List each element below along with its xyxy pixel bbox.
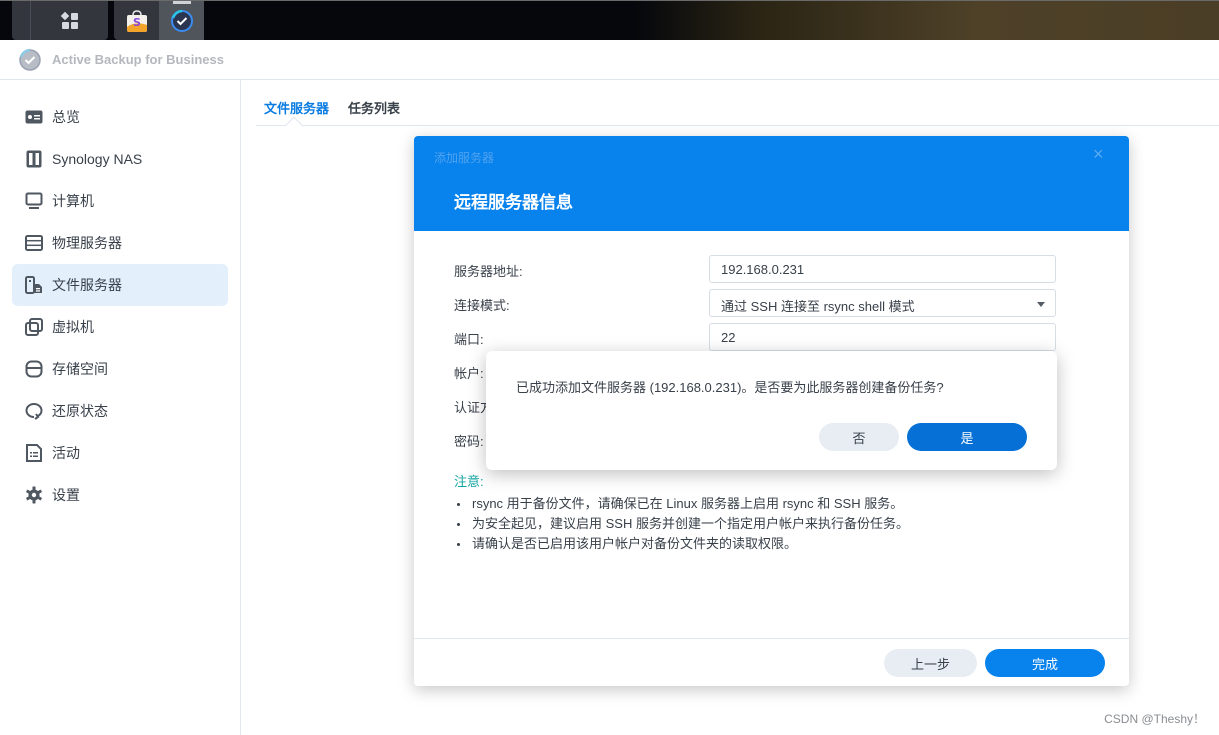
mode-label: 连接模式: [454, 298, 510, 313]
finish-button[interactable]: 完成 [985, 649, 1105, 677]
overview-card-icon [24, 107, 44, 127]
no-button[interactable]: 否 [819, 423, 899, 451]
active-backup-taskbar-button[interactable] [159, 1, 204, 40]
package-center-icon: S [126, 9, 147, 32]
sidebar-item-computer[interactable]: 计算机 [12, 180, 228, 222]
sidebar-item-overview[interactable]: 总览 [12, 96, 228, 138]
form-row-port: 端口: 22 [454, 323, 1056, 351]
taskbar-group-main [12, 1, 108, 40]
apps-grid-icon [60, 11, 78, 29]
sidebar-item-settings[interactable]: 设置 [12, 474, 228, 516]
sidebar-item-activity[interactable]: 活动 [12, 432, 228, 474]
restore-icon [24, 401, 44, 421]
form-row-mode: 连接模式: 通过 SSH 连接至 rsync shell 模式 [454, 289, 1056, 317]
sidebar-item-label: 还原状态 [52, 403, 108, 419]
wizard-step-title: 远程服务器信息 [454, 193, 573, 212]
password-label: 密码: [454, 434, 484, 449]
confirm-message: 已成功添加文件服务器 (192.168.0.231)。是否要为此服务器创建备份任… [516, 380, 944, 395]
sidebar-item-label: 物理服务器 [52, 235, 122, 251]
close-icon[interactable]: × [1093, 145, 1109, 163]
tab-file-server[interactable]: 文件服务器 [264, 98, 329, 117]
address-label: 服务器地址: [454, 264, 523, 279]
active-backup-logo-icon [19, 48, 41, 71]
sidebar-item-synology-nas[interactable]: Synology NAS [12, 138, 228, 180]
package-center-button[interactable]: S [114, 1, 159, 40]
activity-log-icon [24, 443, 44, 463]
note-item: 为安全起见，建议启用 SSH 服务并创建一个指定用户帐户来执行备份任务。 [454, 514, 1094, 534]
svg-text:S: S [133, 16, 141, 29]
taskbar: S [0, 0, 1219, 40]
tab-bar: 文件服务器 任务列表 [256, 80, 1219, 134]
main-menu-button[interactable] [31, 1, 108, 40]
confirm-dialog: 已成功添加文件服务器 (192.168.0.231)。是否要为此服务器创建备份任… [486, 351, 1057, 470]
connection-mode-select[interactable]: 通过 SSH 连接至 rsync shell 模式 [709, 289, 1056, 317]
yes-button[interactable]: 是 [907, 423, 1027, 451]
virtual-machine-icon [24, 317, 44, 337]
sidebar-item-label: 存储空间 [52, 361, 108, 377]
sidebar-item-restore-status[interactable]: 还原状态 [12, 390, 228, 432]
monitor-icon [24, 191, 44, 211]
app-title-bar: Active Backup for Business [0, 40, 1219, 80]
sidebar-item-label: 虚拟机 [52, 319, 94, 335]
active-backup-icon [170, 9, 193, 32]
sidebar-item-label: 计算机 [52, 193, 94, 209]
sidebar-item-physical-server[interactable]: 物理服务器 [12, 222, 228, 264]
taskbar-group-apps: S [114, 1, 204, 40]
storage-icon [24, 359, 44, 379]
note-item: rsync 用于备份文件，请确保已在 Linux 服务器上启用 rsync 和 … [454, 494, 1094, 514]
sidebar-item-file-server[interactable]: 文件服务器 [12, 264, 228, 306]
sidebar-item-label: 设置 [52, 487, 80, 503]
back-button[interactable]: 上一步 [884, 649, 977, 677]
server-address-input[interactable]: 192.168.0.231 [709, 255, 1056, 283]
form-row-address: 服务器地址: 192.168.0.231 [454, 255, 1056, 283]
watermark: CSDN @Theshy！ [1104, 712, 1205, 726]
port-label: 端口: [454, 332, 484, 347]
sidebar-item-storage[interactable]: 存储空间 [12, 348, 228, 390]
connection-mode-value: 通过 SSH 连接至 rsync shell 模式 [721, 299, 915, 314]
notes-section: 注意: rsync 用于备份文件，请确保已在 Linux 服务器上启用 rsyn… [454, 471, 1094, 554]
wizard-footer: 上一步 完成 [414, 638, 1129, 686]
port-input[interactable]: 22 [709, 323, 1056, 351]
app-title: Active Backup for Business [52, 52, 224, 67]
sidebar: 总览 Synology NAS 计算机 物理服务器 文件服务器 虚拟机 存储空间… [0, 80, 241, 735]
sidebar-item-label: 活动 [52, 445, 80, 461]
nas-icon [24, 149, 44, 169]
gear-icon [24, 485, 44, 505]
notes-list: rsync 用于备份文件，请确保已在 Linux 服务器上启用 rsync 和 … [454, 494, 1094, 554]
file-server-icon [24, 275, 44, 295]
chevron-down-icon [1037, 302, 1045, 307]
wizard-window-title: 添加服务器 [434, 151, 495, 165]
notes-title: 注意: [454, 474, 484, 489]
tab-task-list[interactable]: 任务列表 [348, 98, 400, 117]
account-label: 帐户: [454, 366, 484, 381]
active-tab-indicator [285, 116, 303, 134]
note-item: 请确认是否已启用该用户帐户对备份文件夹的读取权限。 [454, 534, 1094, 554]
sidebar-item-label: 总览 [52, 109, 80, 125]
sidebar-item-label: Synology NAS [52, 151, 143, 167]
wizard-header: 添加服务器 × 远程服务器信息 [414, 136, 1129, 231]
sidebar-item-virtual-machine[interactable]: 虚拟机 [12, 306, 228, 348]
sidebar-item-label: 文件服务器 [52, 277, 122, 293]
server-rack-icon [24, 233, 44, 253]
